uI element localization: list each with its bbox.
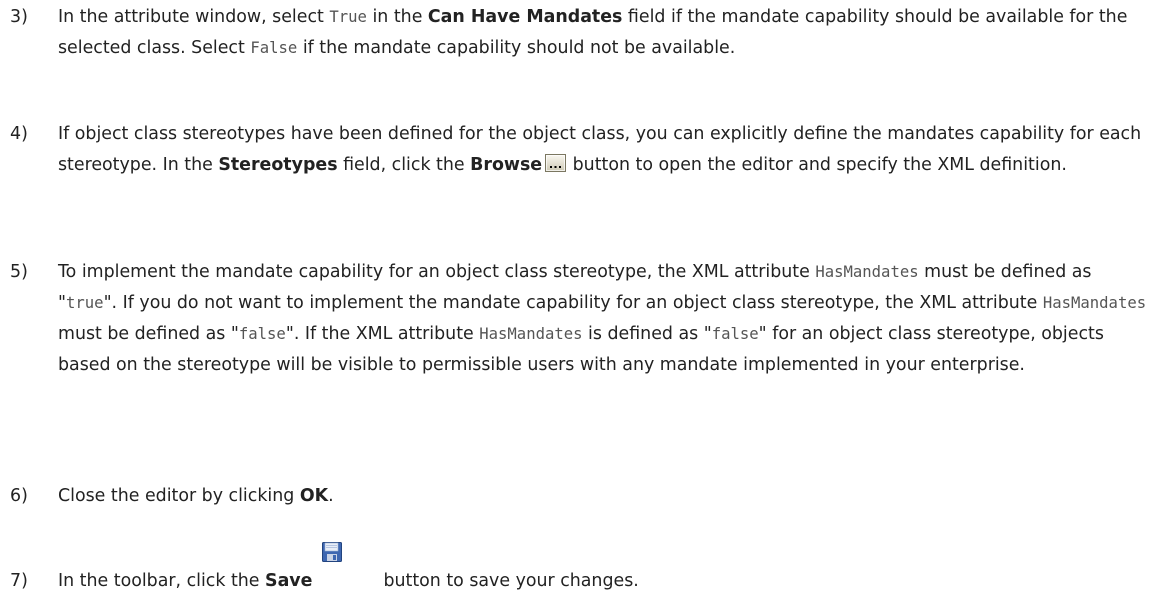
step-text-segment: if the mandate capability should not be … [297, 38, 736, 58]
step-text: In the toolbar, click the Save button to … [58, 542, 1150, 597]
bold-save: Save [265, 571, 313, 591]
step-text: To implement the mandate capability for … [58, 257, 1150, 381]
step-number: 4) [10, 124, 28, 144]
bold-ok: OK [299, 486, 329, 506]
step-5: 5) To implement the mandate capability f… [0, 257, 1150, 381]
step-text: In the attribute window, select True in … [58, 2, 1150, 64]
code-true: True [329, 8, 367, 26]
code-hasmandates: HasMandates [479, 325, 583, 343]
code-false: false [238, 325, 286, 343]
step-text-segment: field, click the [337, 155, 471, 175]
step-text-segment: button to open the editor and specify th… [567, 155, 1067, 175]
step-text-segment: button to save your changes. [383, 571, 639, 591]
step-text: If object class stereotypes have been de… [58, 119, 1150, 181]
step-number: 6) [10, 486, 28, 506]
step-text-segment: in the [366, 7, 428, 27]
save-floppy-icon [322, 542, 343, 562]
step-text-segment: is defined as " [582, 324, 712, 344]
help-document: 3) In the attribute window, select True … [0, 0, 1163, 595]
step-text-segment: must be defined as " [58, 324, 239, 344]
step-text-segment: Close the editor by clicking [58, 486, 300, 506]
step-text-segment: In the attribute window, select [58, 7, 330, 27]
code-hasmandates: HasMandates [815, 263, 919, 281]
code-hasmandates: HasMandates [1042, 294, 1147, 312]
step-text-segment: In the toolbar, click the [58, 571, 266, 591]
step-text-segment: . [328, 486, 334, 506]
step-text-segment: To implement the mandate capability for … [58, 262, 816, 282]
step-text-segment: ". If the XML attribute [285, 324, 480, 344]
code-false: false [711, 325, 759, 343]
bold-browse: Browse [470, 155, 543, 175]
step-text: Close the editor by clicking OK. [58, 481, 1150, 512]
step-number: 3) [10, 7, 28, 27]
bold-stereotypes: Stereotypes [218, 155, 338, 175]
code-false: False [250, 39, 298, 57]
step-text-segment: ". If you do not want to implement the m… [103, 293, 1043, 313]
step-number: 7) [10, 571, 28, 591]
code-true: true [66, 294, 104, 312]
step-6: 6) Close the editor by clicking OK. [0, 481, 1150, 512]
step-number: 5) [10, 262, 28, 282]
step-7: 7) In the toolbar, click the Save button … [0, 542, 1150, 597]
browse-ellipsis-icon [545, 152, 567, 172]
bold-can-have-mandates: Can Have Mandates [427, 7, 623, 27]
step-3: 3) In the attribute window, select True … [0, 2, 1150, 64]
step-4: 4) If object class stereotypes have been… [0, 119, 1150, 181]
